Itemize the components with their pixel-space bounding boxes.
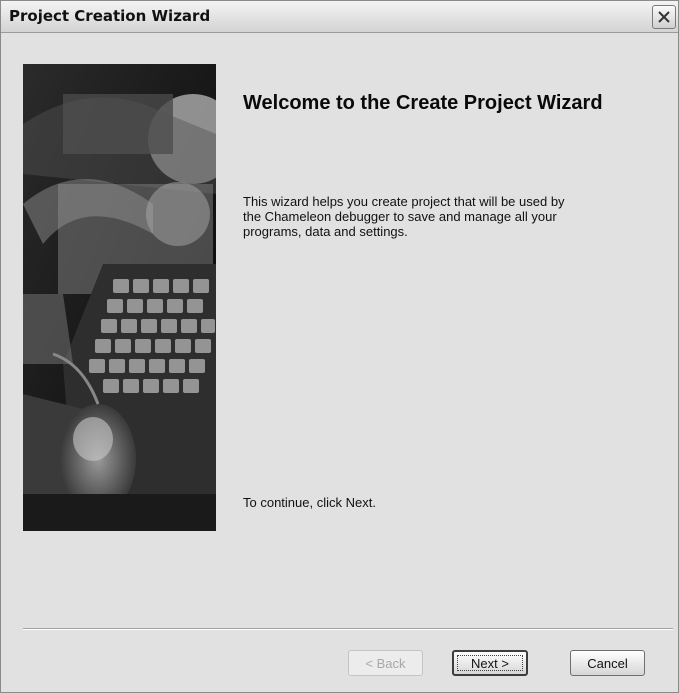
title-bar[interactable]: Project Creation Wizard: [1, 1, 678, 33]
back-button-label: < Back: [365, 655, 406, 671]
next-button[interactable]: Next >: [452, 650, 528, 676]
next-button-label: Next >: [471, 655, 509, 671]
wizard-description: This wizard helps you create project tha…: [243, 194, 565, 239]
wizard-window: Project Creation Wizard Welcome to the C…: [0, 0, 679, 693]
close-button[interactable]: [652, 5, 676, 29]
laptop-keyboard-image: [23, 64, 216, 531]
window-title: Project Creation Wizard: [9, 7, 211, 25]
wizard-side-image: [23, 64, 216, 531]
close-icon: [658, 11, 670, 23]
cancel-button[interactable]: Cancel: [570, 650, 645, 676]
continue-hint: To continue, click Next.: [243, 495, 376, 510]
wizard-heading: Welcome to the Create Project Wizard: [243, 92, 603, 114]
back-button[interactable]: < Back: [348, 650, 423, 676]
cancel-button-label: Cancel: [587, 655, 628, 671]
button-divider: [23, 628, 673, 630]
